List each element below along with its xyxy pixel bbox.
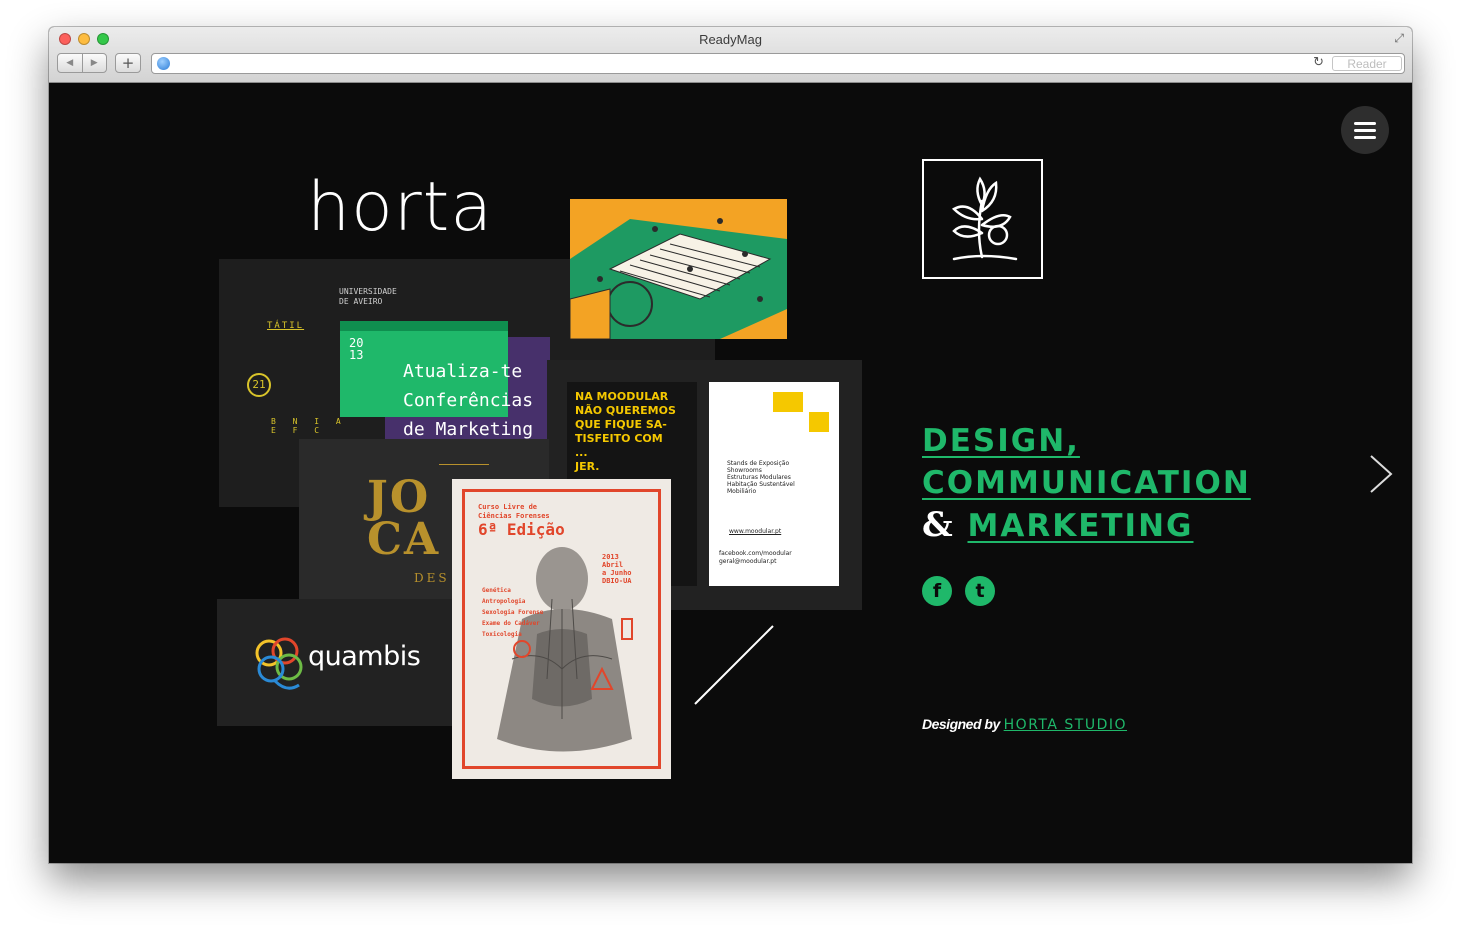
- address-bar[interactable]: ↻ Reader: [151, 53, 1405, 74]
- browser-window: ReadyMag ⤢ ◀ ▶ + ↻ Reader horta UNIVERSI…: [49, 27, 1412, 863]
- new-tab-button[interactable]: +: [115, 53, 141, 73]
- window-title: ReadyMag: [699, 32, 762, 47]
- quambis-logo-icon: [255, 637, 303, 690]
- horta-logo[interactable]: [922, 159, 1043, 279]
- tatil-headline: Atualiza-te Conferências de Marketing: [403, 361, 534, 440]
- gold-rule: [439, 464, 489, 465]
- diagonal-line: [694, 625, 774, 705]
- horta-wordmark: horta: [307, 168, 493, 247]
- social-links: f t: [922, 576, 995, 606]
- year-label: 20 13: [349, 336, 364, 362]
- menu-icon: [1354, 135, 1376, 139]
- tatil-label: TÁTIL: [267, 321, 305, 331]
- history-buttons: ◀ ▶: [57, 53, 107, 73]
- edition-label: 6ª Edição: [478, 520, 565, 539]
- tagline-communication-link[interactable]: COMMUNICATION: [922, 465, 1251, 501]
- menu-icon: [1354, 128, 1376, 132]
- back-button[interactable]: ◀: [58, 54, 83, 72]
- reload-icon[interactable]: ↻: [1313, 55, 1324, 70]
- moodular-card: Stands de Exposição Showrooms Estruturas…: [709, 382, 839, 586]
- letters-label: B N I A E F C: [271, 417, 347, 435]
- yellow-square: [809, 412, 829, 432]
- tagline-marketing-link[interactable]: MARKETING: [968, 508, 1194, 544]
- joao-subtitle: DES: [414, 571, 450, 585]
- facebook-icon[interactable]: f: [922, 576, 952, 606]
- ampersand: &: [922, 505, 955, 545]
- tagline: DESIGN, COMMUNICATION & MARKETING: [922, 420, 1251, 547]
- next-arrow-icon[interactable]: [1365, 454, 1395, 494]
- page-content: horta UNIVERSIDADE DE AVEIRO TÁTIL 21 B …: [49, 84, 1412, 863]
- designer-credit: Designed by HORTA STUDIO: [922, 716, 1127, 733]
- tagline-design-link[interactable]: DESIGN,: [922, 423, 1080, 459]
- reader-button[interactable]: Reader: [1332, 56, 1402, 71]
- course-topics: Genética Antropologia Sexologia Forense …: [482, 587, 544, 638]
- forward-button[interactable]: ▶: [83, 54, 107, 72]
- date-badge: 21: [247, 373, 271, 397]
- course-title: Curso Livre de Ciências Forenses: [478, 503, 550, 520]
- moodular-url: www.moodular.pt: [729, 528, 782, 535]
- twitter-icon[interactable]: t: [965, 576, 995, 606]
- playground-illustration: [570, 199, 787, 339]
- horta-studio-link[interactable]: HORTA STUDIO: [1004, 717, 1127, 733]
- menu-icon: [1354, 121, 1376, 125]
- credit-prefix: Designed by: [922, 716, 1000, 732]
- menu-button[interactable]: [1341, 106, 1389, 154]
- globe-icon: [157, 57, 170, 70]
- fullscreen-icon[interactable]: ⤢: [1394, 31, 1404, 46]
- browser-toolbar: ReadyMag ⤢ ◀ ▶ + ↻ Reader: [49, 27, 1412, 83]
- yellow-square: [773, 392, 803, 412]
- course-dates: 2013 Abril a Junho DBIO-UA: [602, 553, 632, 585]
- moodular-poster-text: NA MOODULAR NÃO QUEREMOS QUE FIQUE SA- T…: [575, 390, 676, 473]
- forensics-poster: Curso Livre de Ciências Forenses 6ª Ediç…: [452, 479, 671, 779]
- university-label: UNIVERSIDADE DE AVEIRO: [339, 287, 397, 306]
- plant-logo-icon: [951, 176, 1018, 261]
- services-list: Stands de Exposição Showrooms Estruturas…: [727, 460, 795, 495]
- quambis-panel: quambis: [217, 599, 453, 726]
- moodular-contact: facebook.com/moodular geral@moodular.pt: [719, 550, 792, 565]
- quambis-wordmark: quambis: [308, 641, 421, 672]
- joao-title: JO CA: [367, 472, 441, 565]
